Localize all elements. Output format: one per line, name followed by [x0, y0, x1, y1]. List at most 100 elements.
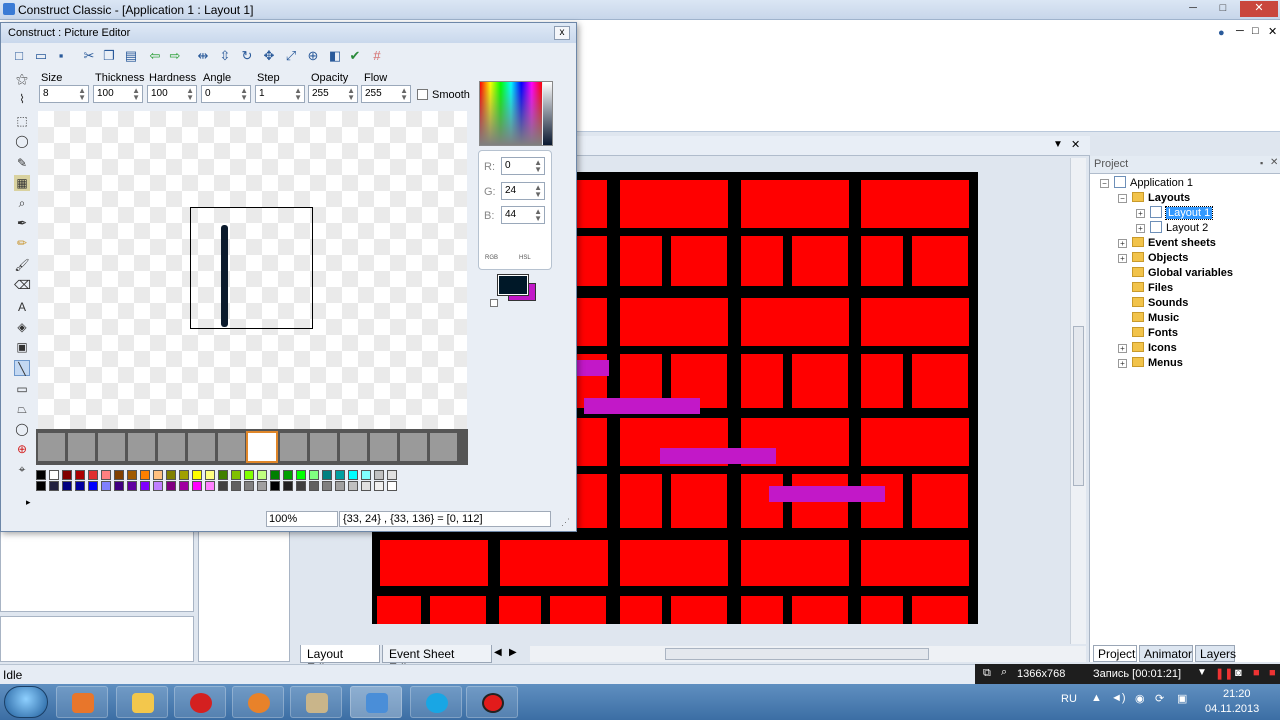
- taskbar-opera[interactable]: [174, 686, 226, 718]
- spinner-arrows-icon[interactable]: ▲ ▼: [400, 87, 408, 102]
- grid-icon[interactable]: #: [369, 48, 385, 64]
- tree-fonts[interactable]: Fonts: [1132, 326, 1178, 340]
- spinner-arrows-icon[interactable]: ▲ ▼: [78, 87, 86, 102]
- palette-swatch[interactable]: [62, 481, 72, 491]
- zoom-icon[interactable]: ⌕: [1001, 666, 1007, 679]
- palette-swatch[interactable]: [62, 470, 72, 480]
- eraser-icon[interactable]: ⌫: [14, 277, 31, 293]
- tree-root[interactable]: Application 1: [1114, 176, 1193, 190]
- palette-arrow-icon[interactable]: ▸: [26, 497, 31, 508]
- lasso-icon[interactable]: ⌇: [14, 91, 30, 107]
- flow-input[interactable]: 255 ▲ ▼: [361, 85, 411, 103]
- primary-color-swatch[interactable]: [497, 274, 529, 296]
- brightness-slider[interactable]: [543, 82, 552, 145]
- palette-swatch[interactable]: [270, 470, 280, 480]
- palette-swatch[interactable]: [387, 481, 397, 491]
- new-icon[interactable]: □: [11, 48, 27, 64]
- palette-swatch[interactable]: [244, 470, 254, 480]
- palette-swatch[interactable]: [49, 470, 59, 480]
- vertical-scroll-thumb[interactable]: [1073, 326, 1084, 486]
- clock-time[interactable]: 21:20: [1223, 688, 1251, 700]
- tab-rgb[interactable]: RGB: [485, 255, 498, 261]
- palette-swatch[interactable]: [75, 481, 85, 491]
- palette-swatch[interactable]: [322, 481, 332, 491]
- brush-icon[interactable]: 🖌: [14, 257, 30, 273]
- undo-icon[interactable]: ⇦: [147, 48, 163, 64]
- palette-swatch[interactable]: [153, 481, 163, 491]
- tab-event-sheet-editor[interactable]: Event Sheet Editor: [382, 645, 492, 675]
- zoom-tool-icon[interactable]: ⌕: [14, 195, 30, 211]
- horizontal-scroll-thumb[interactable]: [665, 648, 929, 660]
- text-icon[interactable]: A: [14, 299, 30, 315]
- frame-slot[interactable]: [370, 433, 398, 461]
- flip-horizontal-icon[interactable]: ⇹: [195, 48, 211, 64]
- spinner-arrows-icon[interactable]: ▲ ▼: [534, 208, 542, 223]
- size-input[interactable]: 8 ▲ ▼: [39, 85, 89, 103]
- expand-icon[interactable]: +: [1118, 344, 1127, 353]
- palette-swatch[interactable]: [296, 470, 306, 480]
- record-settings-icon[interactable]: ■: [1253, 667, 1260, 679]
- tab-next-icon[interactable]: ▶: [509, 647, 517, 658]
- picture-editor-close-button[interactable]: x: [554, 26, 570, 40]
- stamp-icon[interactable]: ▣: [14, 339, 30, 355]
- spinner-arrows-icon[interactable]: ▲ ▼: [534, 159, 542, 174]
- fill-icon[interactable]: ◈: [14, 319, 30, 335]
- g-input[interactable]: 24 ▲ ▼: [501, 182, 545, 200]
- tree-event-sheets[interactable]: Event sheets: [1132, 236, 1216, 250]
- copy-icon[interactable]: ❐: [101, 48, 117, 64]
- tab-project[interactable]: Project: [1093, 645, 1137, 662]
- frame-slot[interactable]: [310, 433, 338, 461]
- reset-colors-icon[interactable]: [490, 299, 498, 307]
- ellipse-select-icon[interactable]: ◯: [14, 133, 30, 149]
- palette-swatch[interactable]: [127, 481, 137, 491]
- palette-swatch[interactable]: [192, 470, 202, 480]
- palette-swatch[interactable]: [218, 481, 228, 491]
- spinner-arrows-icon[interactable]: ▲ ▼: [294, 87, 302, 102]
- tab-layout-editor[interactable]: Layout Editor: [300, 645, 380, 675]
- palette-swatch[interactable]: [218, 470, 228, 480]
- palette-swatch[interactable]: [374, 470, 384, 480]
- taskbar-construct[interactable]: [350, 686, 402, 718]
- palette-swatch[interactable]: [114, 470, 124, 480]
- frame-slot[interactable]: [430, 433, 458, 461]
- smooth-checkbox[interactable]: [417, 89, 428, 100]
- palette-swatch[interactable]: [205, 470, 215, 480]
- line-icon[interactable]: ╲: [14, 360, 30, 376]
- tab-layers[interactable]: Layers: [1195, 645, 1236, 662]
- tab-prev-icon[interactable]: ◀: [494, 647, 502, 658]
- tab-hsl[interactable]: HSL: [519, 255, 531, 261]
- palette-swatch[interactable]: [270, 481, 280, 491]
- tree-icons[interactable]: Icons: [1132, 341, 1177, 355]
- palette-swatch[interactable]: [257, 470, 267, 480]
- taskbar-firefox[interactable]: [232, 686, 284, 718]
- taskbar-skype[interactable]: [410, 686, 462, 718]
- camera-icon[interactable]: ◙: [1235, 667, 1242, 679]
- hotspot-icon[interactable]: ⊕: [305, 48, 321, 64]
- frame-slot[interactable]: [340, 433, 368, 461]
- platform[interactable]: [584, 398, 700, 414]
- palette-swatch[interactable]: [283, 470, 293, 480]
- stop-icon[interactable]: ■: [1269, 667, 1276, 679]
- palette-swatch[interactable]: [244, 481, 254, 491]
- frame-slot[interactable]: [280, 433, 308, 461]
- palette-swatch[interactable]: [257, 481, 267, 491]
- ribbon-restore-icon[interactable]: □: [1252, 25, 1259, 37]
- taskbar-recorder[interactable]: [466, 686, 518, 718]
- opacity-input[interactable]: 255 ▲ ▼: [308, 85, 358, 103]
- flip-vertical-icon[interactable]: ⇳: [217, 48, 233, 64]
- spinner-arrows-icon[interactable]: ▲ ▼: [347, 87, 355, 102]
- dropper-icon[interactable]: ✎: [14, 155, 30, 171]
- vertical-scrollbar[interactable]: [1070, 158, 1086, 644]
- palette-swatch[interactable]: [374, 481, 384, 491]
- image-tool-icon[interactable]: ▦: [14, 175, 30, 191]
- palette-swatch[interactable]: [88, 470, 98, 480]
- rotate-icon[interactable]: ↻: [239, 48, 255, 64]
- palette-swatch[interactable]: [166, 470, 176, 480]
- collapse-icon[interactable]: −: [1118, 194, 1127, 203]
- frame-slot[interactable]: [98, 433, 126, 461]
- polygon-icon[interactable]: ⏢: [14, 401, 30, 417]
- palette-swatch[interactable]: [335, 470, 345, 480]
- palette-swatch[interactable]: [296, 481, 306, 491]
- angle-input[interactable]: 0 ▲ ▼: [201, 85, 251, 103]
- palette-swatch[interactable]: [36, 470, 46, 480]
